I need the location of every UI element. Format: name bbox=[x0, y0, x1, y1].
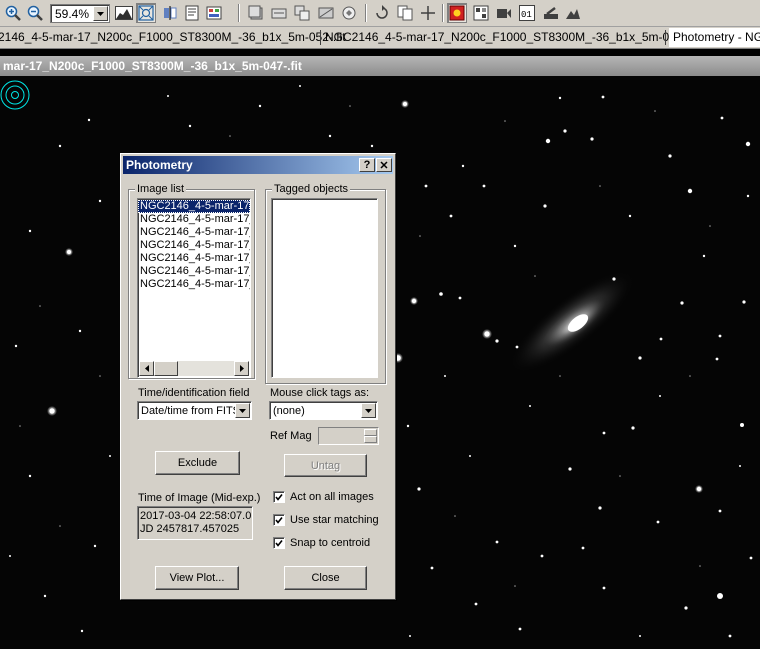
gradient-icon[interactable] bbox=[316, 3, 336, 23]
image-list-item[interactable]: NGC2146_4-5-mar-17_ bbox=[138, 200, 250, 213]
image-list-item[interactable]: NGC2146_4-5-mar-17_ bbox=[138, 226, 250, 239]
image-window-title-text: mar-17_N200c_F1000_ST8300M_-36_b1x_5m-04… bbox=[3, 59, 302, 73]
image-listbox[interactable]: NGC2146_4-5-mar-17_ NGC2146_4-5-mar-17_ NG… bbox=[137, 198, 251, 378]
spin-up-icon[interactable] bbox=[364, 429, 377, 436]
time-of-image-jd: JD 2457817.457025 bbox=[140, 523, 240, 535]
tagged-objects-listbox[interactable] bbox=[271, 198, 378, 378]
main-toolbar: 59.4% 01 bbox=[0, 0, 760, 27]
terrain-icon[interactable] bbox=[563, 3, 583, 23]
help-button[interactable]: ? bbox=[359, 158, 375, 172]
time-field-label: Time/identification field bbox=[138, 387, 250, 399]
photometry-icon[interactable] bbox=[447, 3, 467, 23]
time-field-combo[interactable]: Date/time from FITS bbox=[137, 401, 252, 420]
flip-icon[interactable] bbox=[160, 3, 180, 23]
use-star-matching-checkbox[interactable] bbox=[273, 514, 285, 526]
filter-icon[interactable] bbox=[339, 3, 359, 23]
chevron-down-icon[interactable] bbox=[93, 6, 108, 21]
snap-to-centroid-checkbox[interactable] bbox=[273, 537, 285, 549]
scroll-thumb[interactable] bbox=[154, 361, 178, 376]
chevron-down-icon[interactable] bbox=[235, 403, 250, 418]
document-tab-bar: 2146_4-5-mar-17_N200c_F1000_ST8300M_-36_… bbox=[0, 27, 760, 49]
image-window-title[interactable]: mar-17_N200c_F1000_ST8300M_-36_b1x_5m-04… bbox=[0, 56, 760, 76]
properties-icon[interactable] bbox=[204, 3, 224, 23]
histogram-icon[interactable] bbox=[114, 3, 134, 23]
mouse-click-label: Mouse click tags as: bbox=[270, 387, 370, 399]
fit-zoom-icon[interactable] bbox=[136, 3, 156, 23]
use-star-matching-label[interactable]: Use star matching bbox=[290, 514, 379, 526]
ref-mag-label: Ref Mag bbox=[270, 430, 312, 442]
copy-icon[interactable] bbox=[395, 3, 415, 23]
snap-to-centroid-label[interactable]: Snap to centroid bbox=[290, 537, 370, 549]
dialog-title-bar[interactable]: Photometry ? ✕ bbox=[123, 156, 393, 174]
photometry-dialog: Photometry ? ✕ Image list NGC2146_4-5-ma… bbox=[120, 153, 396, 600]
crosshair-icon[interactable] bbox=[418, 3, 438, 23]
time-of-image-datetime: 2017-03-04 22:58:07.0 bbox=[140, 510, 252, 522]
rotate-icon[interactable] bbox=[372, 3, 392, 23]
image-list-item[interactable]: NGC2146_4-5-mar-17_ bbox=[138, 252, 250, 265]
image-list-item[interactable]: NGC2146_4-5-mar-17_ bbox=[138, 265, 250, 278]
image-list-item[interactable]: NGC2146_4-5-mar-17_ bbox=[138, 239, 250, 252]
ref-mag-spinner[interactable] bbox=[318, 427, 379, 445]
mouse-click-combo[interactable]: (none) bbox=[269, 401, 378, 420]
close-button[interactable]: Close bbox=[284, 566, 367, 590]
time-field-value: Date/time from FITS bbox=[141, 405, 237, 417]
image-info-icon[interactable] bbox=[182, 3, 202, 23]
view-plot-button[interactable]: View Plot... bbox=[155, 566, 239, 590]
tab-image-052[interactable]: 2146_4-5-mar-17_N200c_F1000_ST8300M_-36_… bbox=[0, 30, 346, 44]
numbers-icon[interactable]: 01 bbox=[517, 3, 537, 23]
scope-icon[interactable] bbox=[541, 3, 561, 23]
zoom-level-combo[interactable]: 59.4% bbox=[50, 4, 110, 23]
mosaic-icon[interactable] bbox=[471, 3, 491, 23]
image-list-horizontal-scrollbar[interactable] bbox=[139, 361, 249, 376]
time-of-image-box: 2017-03-04 22:58:07.0 JD 2457817.457025 bbox=[137, 506, 253, 540]
tab-photometry[interactable]: Photometry - NGC bbox=[669, 28, 760, 47]
exclude-button[interactable]: Exclude bbox=[155, 451, 240, 475]
calibrate-icon[interactable] bbox=[246, 3, 266, 23]
spin-down-icon[interactable] bbox=[364, 436, 377, 443]
zoom-in-icon[interactable] bbox=[3, 3, 23, 23]
svg-text:01: 01 bbox=[521, 10, 532, 20]
close-icon[interactable]: ✕ bbox=[376, 158, 392, 172]
tab-image-053[interactable]: NGC2146_4-5-mar-17_N200c_F1000_ST8300M_-… bbox=[325, 30, 699, 44]
chevron-down-icon[interactable] bbox=[361, 403, 376, 418]
dialog-title: Photometry bbox=[126, 158, 193, 172]
mouse-click-value: (none) bbox=[273, 405, 305, 417]
untag-button[interactable]: Untag bbox=[284, 454, 367, 477]
scroll-left-icon[interactable] bbox=[139, 361, 154, 376]
align-icon[interactable] bbox=[292, 3, 312, 23]
image-list-item[interactable]: NGC2146_4-5-mar-17_ bbox=[138, 278, 250, 291]
tagged-objects-label: Tagged objects bbox=[272, 183, 350, 195]
image-list-item[interactable]: NGC2146_4-5-mar-17_ bbox=[138, 213, 250, 226]
zoom-out-icon[interactable] bbox=[25, 3, 45, 23]
stack-icon[interactable] bbox=[269, 3, 289, 23]
zoom-level-value: 59.4% bbox=[55, 7, 90, 21]
act-on-all-checkbox[interactable] bbox=[273, 491, 285, 503]
video-icon[interactable] bbox=[494, 3, 514, 23]
image-list-label: Image list bbox=[135, 183, 187, 195]
scroll-right-icon[interactable] bbox=[234, 361, 249, 376]
act-on-all-label[interactable]: Act on all images bbox=[290, 491, 374, 503]
time-of-image-label: Time of Image (Mid-exp.) bbox=[138, 492, 261, 504]
